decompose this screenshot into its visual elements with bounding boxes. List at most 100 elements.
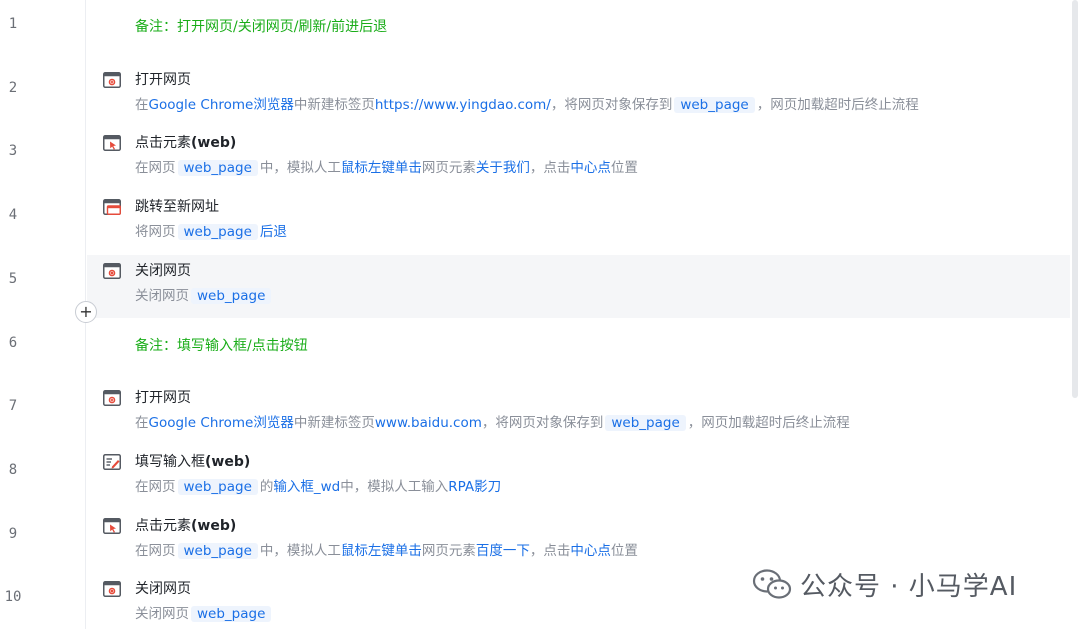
- flow-step-row[interactable]: 打开网页在Google Chrome浏览器中新建标签页www.baidu.com…: [87, 382, 1070, 445]
- variable-chip[interactable]: web_page: [177, 160, 258, 177]
- step-description: 在网页 web_page 中，模拟人工鼠标左键单击网页元素百度一下，点击中心点位置: [135, 539, 638, 559]
- step-description: 在网页 web_page 的输入框_wd中，模拟人工输入RPA影刀: [135, 475, 501, 495]
- comment-row[interactable]: 备注：打开网页/关闭网页/刷新/前进后退: [87, 0, 1070, 63]
- step-title-text: 填写输入框: [135, 453, 205, 470]
- comment-row[interactable]: 备注：填写输入框/点击按钮: [87, 319, 1070, 382]
- step-title-text: 打开网页: [135, 71, 191, 88]
- step-description: 关闭网页 web_page: [135, 284, 273, 304]
- wechat-icon: [752, 569, 792, 599]
- browser-close-icon: [103, 262, 121, 279]
- flow-step-row[interactable]: 点击元素(web) 在网页 web_page 中，模拟人工鼠标左键单击网页元素关于我们…: [87, 127, 1070, 190]
- step-title-suffix: (web): [191, 135, 237, 152]
- step-description: 在Google Chrome浏览器中新建标签页https://www.yingd…: [135, 93, 919, 113]
- description-text: ，将网页对象保存到: [481, 415, 604, 432]
- step-description: 在Google Chrome浏览器中新建标签页www.baidu.com，将网页…: [135, 411, 850, 432]
- comment-text: 备注：填写输入框/点击按钮: [135, 337, 308, 354]
- variable-chip[interactable]: web_page: [191, 606, 272, 623]
- step-title: 填写输入框(web): [135, 451, 250, 471]
- description-text: 位置: [610, 160, 638, 177]
- step-description: 关闭网页 web_page: [135, 602, 273, 623]
- description-text: 在网页: [135, 478, 176, 495]
- description-text: ，点击: [529, 542, 571, 559]
- param-value: 中心点: [570, 160, 611, 177]
- line-number: 9: [8, 525, 18, 542]
- flow-step-row[interactable]: 点击元素(web) 在网页 web_page 中，模拟人工鼠标左键单击网页元素百度一下…: [87, 510, 1070, 573]
- variable-chip[interactable]: web_page: [674, 96, 755, 113]
- step-title-text: 点击元素: [135, 135, 191, 152]
- step-title: 打开网页: [135, 69, 191, 89]
- browser-close-icon: [103, 581, 121, 598]
- flow-step-row[interactable]: 关闭网页 关闭网页 web_page: [87, 254, 1070, 318]
- line-number: 3: [8, 143, 18, 160]
- line-number: 5: [8, 270, 18, 287]
- line-number: 8: [8, 461, 18, 478]
- description-text: 位置: [610, 542, 638, 559]
- step-title: 点击元素(web): [135, 515, 236, 535]
- step-description: 在网页 web_page 中，模拟人工鼠标左键单击网页元素关于我们，点击中心点位置: [135, 156, 638, 177]
- comment-text: 备注：打开网页/关闭网页/刷新/前进后退: [135, 19, 388, 35]
- step-title: 点击元素(web): [135, 132, 236, 152]
- browser-open-icon: [103, 390, 121, 407]
- step-title: 关闭网页: [135, 260, 191, 280]
- variable-chip[interactable]: web_page: [605, 415, 686, 432]
- line-number: 2: [8, 79, 18, 96]
- fill-input-icon: [103, 453, 121, 470]
- line-number: 10: [4, 589, 22, 606]
- description-text: 在网页: [135, 160, 176, 177]
- flow-step-row[interactable]: 跳转至新网址 将网页 web_page 后退: [87, 191, 1070, 254]
- description-text: 网页元素: [421, 542, 476, 559]
- step-title-text: 关闭网页: [135, 581, 191, 598]
- param-value: 关于我们: [475, 160, 530, 177]
- description-text: ，网页加载超时后终止流程: [687, 415, 850, 432]
- step-title: 关闭网页: [135, 578, 191, 598]
- variable-chip[interactable]: web_page: [177, 542, 258, 559]
- step-description: 将网页 web_page 后退: [135, 220, 287, 241]
- navigate-url-icon: [103, 199, 121, 216]
- flow-step-row[interactable]: 打开网页在Google Chrome浏览器中新建标签页https://www.y…: [87, 64, 1070, 127]
- step-title-text: 关闭网页: [135, 262, 191, 279]
- description-text: 在网页: [135, 542, 176, 559]
- description-text: 中，模拟人工输入: [340, 478, 449, 495]
- description-text: 中，模拟人工: [259, 160, 341, 177]
- line-number: 1: [8, 16, 18, 32]
- param-value: 输入框_wd: [273, 478, 341, 495]
- description-text: ，点击: [529, 160, 571, 177]
- param-value: 中心点: [570, 542, 611, 559]
- description-text: 关闭网页: [135, 287, 189, 304]
- add-step-button[interactable]: +: [75, 301, 97, 323]
- param-value: 鼠标左键单击: [340, 542, 422, 559]
- step-title: 跳转至新网址: [135, 196, 219, 216]
- step-title-text: 跳转至新网址: [135, 199, 219, 216]
- click-element-icon: [103, 135, 121, 152]
- variable-chip[interactable]: web_page: [177, 478, 258, 495]
- step-title-text: 打开网页: [135, 390, 191, 407]
- line-number: 4: [8, 207, 18, 224]
- param-value: 后退: [259, 224, 287, 241]
- step-title-suffix: (web): [205, 453, 251, 470]
- step-title: 打开网页: [135, 387, 191, 407]
- param-value: RPA影刀: [448, 478, 502, 495]
- description-text: 的: [259, 478, 274, 495]
- param-value: Google Chrome浏览器: [148, 415, 294, 432]
- description-text: 关闭网页: [135, 606, 189, 623]
- step-title-suffix: (web): [191, 517, 237, 534]
- param-value: https://www.yingdao.com/: [374, 96, 551, 113]
- watermark-text: 公众号 · 小马学AI: [800, 571, 1018, 602]
- flow-step-row[interactable]: 填写输入框(web) 在网页 web_page 的输入框_wd中，模拟人工输入RPA影…: [87, 446, 1070, 509]
- variable-chip[interactable]: web_page: [191, 287, 272, 304]
- param-value: www.baidu.com: [374, 415, 482, 432]
- description-text: 中新建标签页: [293, 96, 375, 113]
- variable-chip[interactable]: web_page: [177, 224, 258, 241]
- browser-open-icon: [103, 71, 121, 88]
- line-number: 6: [8, 334, 18, 351]
- vertical-scrollbar[interactable]: [1072, 0, 1078, 398]
- description-text: 在: [135, 415, 149, 432]
- description-text: ，将网页对象保存到: [550, 96, 673, 113]
- description-text: 将网页: [135, 224, 176, 241]
- click-element-icon: [103, 517, 121, 534]
- description-text: 网页元素: [421, 160, 476, 177]
- wechat-watermark: 公众号 · 小马学AI: [752, 566, 1017, 602]
- line-number: 7: [8, 398, 18, 415]
- param-value: 百度一下: [475, 542, 530, 559]
- param-value: Google Chrome浏览器: [148, 96, 294, 113]
